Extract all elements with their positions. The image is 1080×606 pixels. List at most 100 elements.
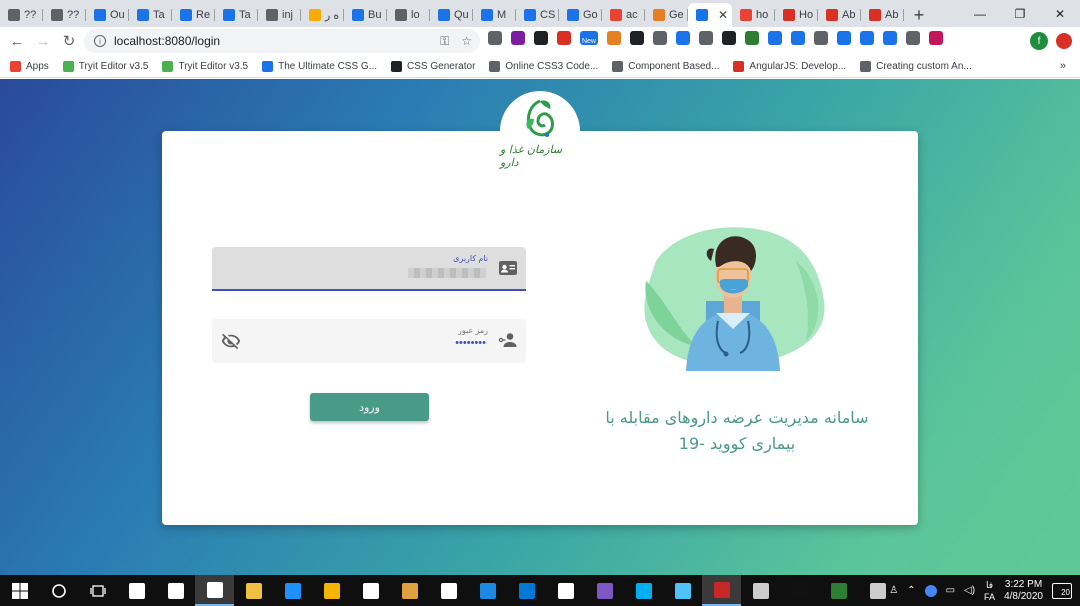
taskbar-app[interactable] <box>663 575 702 606</box>
maximize-button[interactable]: ❐ <box>1000 0 1040 27</box>
taskbar-app[interactable] <box>468 575 507 606</box>
taskbar-app[interactable] <box>195 575 234 606</box>
extension-icon[interactable] <box>722 31 736 45</box>
password-field[interactable]: رمز عبور •••••••• <box>212 319 526 363</box>
tab[interactable]: Qu <box>430 3 473 27</box>
tab[interactable]: Ho <box>775 3 818 27</box>
extension-icon[interactable] <box>534 31 548 45</box>
url-text[interactable]: localhost:8080/login <box>114 34 220 48</box>
address-bar[interactable]: i localhost:8080/login ⚿ ☆ <box>84 29 480 53</box>
bookmark-star-icon[interactable]: ☆ <box>461 34 472 49</box>
bookmark-item[interactable]: AngularJS: Develop... <box>733 60 846 72</box>
tab[interactable]: ho <box>732 3 775 27</box>
tab[interactable]: Re <box>172 3 215 27</box>
tray-overflow-icon[interactable]: ⌃ <box>907 585 915 596</box>
taskbar-app[interactable] <box>117 575 156 606</box>
extension-icon[interactable] <box>699 31 713 45</box>
network-icon[interactable]: ▭ <box>946 585 955 596</box>
taskbar-app[interactable] <box>624 575 663 606</box>
extension-icon[interactable] <box>837 31 851 45</box>
extension-icon[interactable] <box>860 31 874 45</box>
people-icon[interactable]: ♙ <box>889 585 898 596</box>
tab[interactable]: M <box>473 3 516 27</box>
tab[interactable]: Ou <box>86 3 129 27</box>
taskbar-app[interactable] <box>819 575 858 606</box>
extension-icon[interactable] <box>814 31 828 45</box>
forward-button[interactable]: → <box>30 28 56 54</box>
taskbar-app[interactable] <box>273 575 312 606</box>
taskbar-app[interactable] <box>780 575 819 606</box>
chrome-tray-icon[interactable] <box>924 584 937 597</box>
profile-avatar[interactable]: f <box>1030 32 1048 50</box>
task-view-button[interactable] <box>78 575 117 606</box>
taskbar-app[interactable] <box>429 575 468 606</box>
taskbar-app[interactable] <box>585 575 624 606</box>
extension-icon[interactable] <box>557 31 571 45</box>
password-value[interactable]: •••••••• <box>455 337 486 349</box>
tab[interactable]: ه ر <box>301 3 344 27</box>
extension-icon-red[interactable] <box>1056 33 1072 49</box>
taskbar-app[interactable] <box>351 575 390 606</box>
tab[interactable]: Ab <box>861 3 904 27</box>
extension-icon[interactable] <box>906 31 920 45</box>
close-tab-icon[interactable]: ✕ <box>718 8 728 22</box>
taskbar-app[interactable] <box>312 575 351 606</box>
bookmark-item[interactable]: Tryit Editor v3.5 <box>162 60 248 72</box>
username-field[interactable]: نام کاربری <box>212 247 526 291</box>
notification-center-button[interactable]: 20 <box>1052 582 1072 599</box>
tab[interactable]: inj <box>258 3 301 27</box>
tab[interactable]: Ta <box>129 3 172 27</box>
bookmarks-overflow-button[interactable]: » <box>1060 60 1066 72</box>
bookmark-item[interactable]: Component Based... <box>612 60 719 72</box>
extension-icon[interactable] <box>607 31 621 45</box>
input-language[interactable]: فا FA <box>984 579 995 603</box>
tab-active[interactable]: ✕ <box>688 3 732 27</box>
taskbar-app[interactable] <box>156 575 195 606</box>
extension-icon[interactable] <box>511 31 525 45</box>
tab[interactable]: ?? <box>0 3 43 27</box>
tab[interactable]: Ta <box>215 3 258 27</box>
apps-shortcut[interactable]: Apps <box>10 60 49 72</box>
info-icon[interactable]: i <box>94 35 106 47</box>
back-button[interactable]: ← <box>4 28 30 54</box>
close-window-button[interactable]: ✕ <box>1040 0 1080 27</box>
taskbar-app[interactable] <box>507 575 546 606</box>
taskbar-app[interactable] <box>390 575 429 606</box>
extension-icon[interactable] <box>676 31 690 45</box>
extension-icon[interactable] <box>630 31 644 45</box>
tab[interactable]: Ab <box>818 3 861 27</box>
taskbar-app[interactable] <box>546 575 585 606</box>
taskbar-app[interactable] <box>741 575 780 606</box>
extension-icon[interactable] <box>745 31 759 45</box>
tab[interactable]: ac <box>602 3 645 27</box>
extension-icon[interactable] <box>791 31 805 45</box>
clock[interactable]: 3:22 PM 4/8/2020 <box>1004 579 1043 603</box>
bookmark-item[interactable]: The Ultimate CSS G... <box>262 60 377 72</box>
volume-icon[interactable]: ◁) <box>964 585 975 596</box>
tab[interactable]: Ge <box>645 3 688 27</box>
login-button[interactable]: ورود <box>310 393 429 421</box>
extension-icon[interactable]: New <box>580 31 598 45</box>
extension-icon[interactable] <box>929 31 943 45</box>
bookmark-item[interactable]: Online CSS3 Code... <box>489 60 598 72</box>
bookmark-item[interactable]: CSS Generator <box>391 60 475 72</box>
extension-icon[interactable] <box>768 31 782 45</box>
eye-off-icon[interactable] <box>221 331 241 351</box>
tab[interactable]: CS <box>516 3 559 27</box>
minimize-button[interactable]: — <box>960 0 1000 27</box>
tab[interactable]: ?? <box>43 3 86 27</box>
reload-button[interactable]: ↻ <box>56 28 82 54</box>
tab[interactable]: Go <box>559 3 602 27</box>
tab[interactable]: Bu <box>344 3 387 27</box>
username-value[interactable] <box>408 268 486 278</box>
key-icon[interactable]: ⚿ <box>440 34 449 49</box>
extension-icon[interactable] <box>883 31 897 45</box>
extension-icon[interactable] <box>653 31 667 45</box>
new-tab-button[interactable]: + <box>904 3 934 27</box>
extension-icon[interactable] <box>488 31 502 45</box>
bookmark-item[interactable]: Creating custom An... <box>860 60 972 72</box>
taskbar-app[interactable] <box>234 575 273 606</box>
taskbar-app[interactable] <box>702 575 741 606</box>
start-button[interactable] <box>0 575 39 606</box>
tab[interactable]: lo <box>387 3 430 27</box>
